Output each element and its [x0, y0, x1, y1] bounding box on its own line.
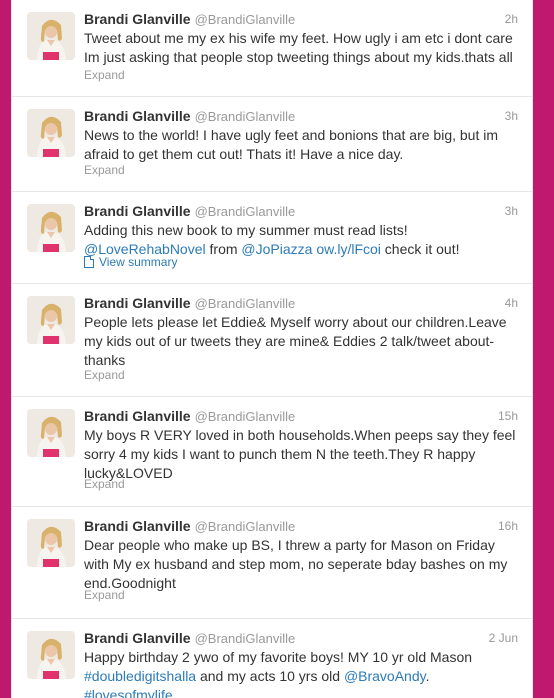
tweet-text-line: Adding this new book to my summer must r… [84, 222, 408, 238]
tweet-item[interactable]: Brandi Glanville @BrandiGlanville 3h News… [12, 97, 532, 192]
avatar[interactable] [27, 109, 75, 157]
tweet-header: Brandi Glanville @BrandiGlanville 3h [84, 203, 518, 221]
timestamp[interactable]: 3h [505, 109, 518, 123]
tweet-text-line: Dear people who make up BS, I threw a pa… [84, 537, 495, 553]
mention-link[interactable]: @JoPiazza [241, 241, 312, 257]
tweet-text-line: People lets please let Eddie& Myself wor… [84, 314, 507, 330]
expand-link[interactable]: Expand [84, 68, 125, 82]
tweet-text-fragment: from [205, 241, 242, 257]
tweet-header: Brandi Glanville @BrandiGlanville 2 Jun [84, 630, 518, 648]
fullname[interactable]: Brandi Glanville [84, 408, 191, 424]
username[interactable]: @BrandiGlanville [195, 109, 296, 124]
tweet-header: Brandi Glanville @BrandiGlanville 2h [84, 11, 518, 29]
tweet-stream: Brandi Glanville @BrandiGlanville 2h Twee… [11, 0, 533, 698]
expand-link[interactable]: Expand [84, 477, 125, 491]
tweet-text-line: afraid to get them cut out! Thats it! Ha… [84, 146, 404, 162]
tweet-text-line: Tweet about me my ex his wife my feet. H… [84, 30, 513, 46]
tweet-text-line: end.Goodnight [84, 575, 176, 591]
tweet-item[interactable]: Brandi Glanville @BrandiGlanville 15h My … [12, 397, 532, 507]
avatar[interactable] [27, 12, 75, 60]
tweet-item[interactable]: Brandi Glanville @BrandiGlanville 2 Jun H… [12, 619, 532, 698]
avatar[interactable] [27, 631, 75, 679]
username[interactable]: @BrandiGlanville [195, 204, 296, 219]
tweet-item[interactable]: Brandi Glanville @BrandiGlanville 16h Dea… [12, 507, 532, 619]
tweet-item[interactable]: Brandi Glanville @BrandiGlanville 4h Peop… [12, 284, 532, 397]
tweet-text-line: Happy birthday 2 ywo of my favorite boys… [84, 649, 473, 665]
tweet-header: Brandi Glanville @BrandiGlanville 4h [84, 295, 518, 313]
timestamp[interactable]: 3h [505, 204, 518, 218]
tweet-text-line: lucky&LOVED [84, 465, 173, 481]
fullname[interactable]: Brandi Glanville [84, 203, 191, 219]
view-summary-label: View summary [99, 255, 178, 269]
fullname[interactable]: Brandi Glanville [84, 11, 191, 27]
avatar[interactable] [27, 204, 75, 252]
tweet-text: News to the world! I have ugly feet and … [84, 126, 524, 164]
tweet-text-fragment: . [425, 668, 430, 684]
tweet-header: Brandi Glanville @BrandiGlanville 15h [84, 408, 518, 426]
hashtag-link[interactable]: #lovesofmylife [84, 687, 173, 698]
document-icon [84, 256, 94, 268]
tweet-text-line: sorry 4 my kids I want to punch them N t… [84, 446, 476, 462]
expand-link[interactable]: Expand [84, 588, 125, 602]
tweet-header: Brandi Glanville @BrandiGlanville 3h [84, 108, 518, 126]
url-link[interactable]: ow.ly/lFcoi [316, 241, 381, 257]
tweet-text: Tweet about me my ex his wife my feet. H… [84, 29, 524, 67]
expand-link[interactable]: Expand [84, 368, 125, 382]
tweet-text-line: #lovesofmylife [84, 686, 524, 698]
timestamp[interactable]: 16h [498, 519, 518, 533]
username[interactable]: @BrandiGlanville [195, 12, 296, 27]
fullname[interactable]: Brandi Glanville [84, 108, 191, 124]
fullname[interactable]: Brandi Glanville [84, 518, 191, 534]
tweet-item[interactable]: Brandi Glanville @BrandiGlanville 2h Twee… [12, 0, 532, 97]
tweet-text: Dear people who make up BS, I threw a pa… [84, 536, 524, 593]
fullname[interactable]: Brandi Glanville [84, 630, 191, 646]
expand-link[interactable]: Expand [84, 163, 125, 177]
tweet-header: Brandi Glanville @BrandiGlanville 16h [84, 518, 518, 536]
tweet-text-line: my kids out of ur tweets they are mine& … [84, 333, 495, 349]
tweet-text: Adding this new book to my summer must r… [84, 221, 524, 259]
tweet-text-line: thanks [84, 352, 126, 368]
timestamp[interactable]: 15h [498, 409, 518, 423]
avatar[interactable] [27, 519, 75, 567]
fullname[interactable]: Brandi Glanville [84, 295, 191, 311]
tweet-text: People lets please let Eddie& Myself wor… [84, 313, 524, 370]
view-summary-link[interactable]: View summary [84, 255, 177, 269]
username[interactable]: @BrandiGlanville [195, 409, 296, 424]
tweet-text-line: with My ex husband and step mom, no sepe… [84, 556, 508, 572]
username[interactable]: @BrandiGlanville [195, 631, 296, 646]
tweet-text-line: #doubledigitshalla and my acts 10 yrs ol… [84, 667, 524, 686]
tweet-text-line: My boys R VERY loved in both households.… [84, 427, 516, 443]
tweet-text-line: News to the world! I have ugly feet and … [84, 127, 499, 143]
timestamp[interactable]: 2h [505, 12, 518, 26]
tweet-text-line: Im just asking that people stop tweeting… [84, 49, 513, 65]
tweet-text-fragment: check it out! [380, 241, 460, 257]
avatar[interactable] [27, 296, 75, 344]
timestamp[interactable]: 4h [505, 296, 518, 310]
avatar[interactable] [27, 409, 75, 457]
tweet-text-fragment: and my acts 10 yrs old [196, 668, 344, 684]
timestamp[interactable]: 2 Jun [489, 631, 518, 645]
mention-link[interactable]: @BravoAndy [344, 668, 426, 684]
username[interactable]: @BrandiGlanville [195, 296, 296, 311]
username[interactable]: @BrandiGlanville [195, 519, 296, 534]
tweet-text: My boys R VERY loved in both households.… [84, 426, 524, 483]
hashtag-link[interactable]: #doubledigitshalla [84, 668, 196, 684]
tweet-text: Happy birthday 2 ywo of my favorite boys… [84, 648, 524, 698]
tweet-item[interactable]: Brandi Glanville @BrandiGlanville 3h Addi… [12, 192, 532, 284]
